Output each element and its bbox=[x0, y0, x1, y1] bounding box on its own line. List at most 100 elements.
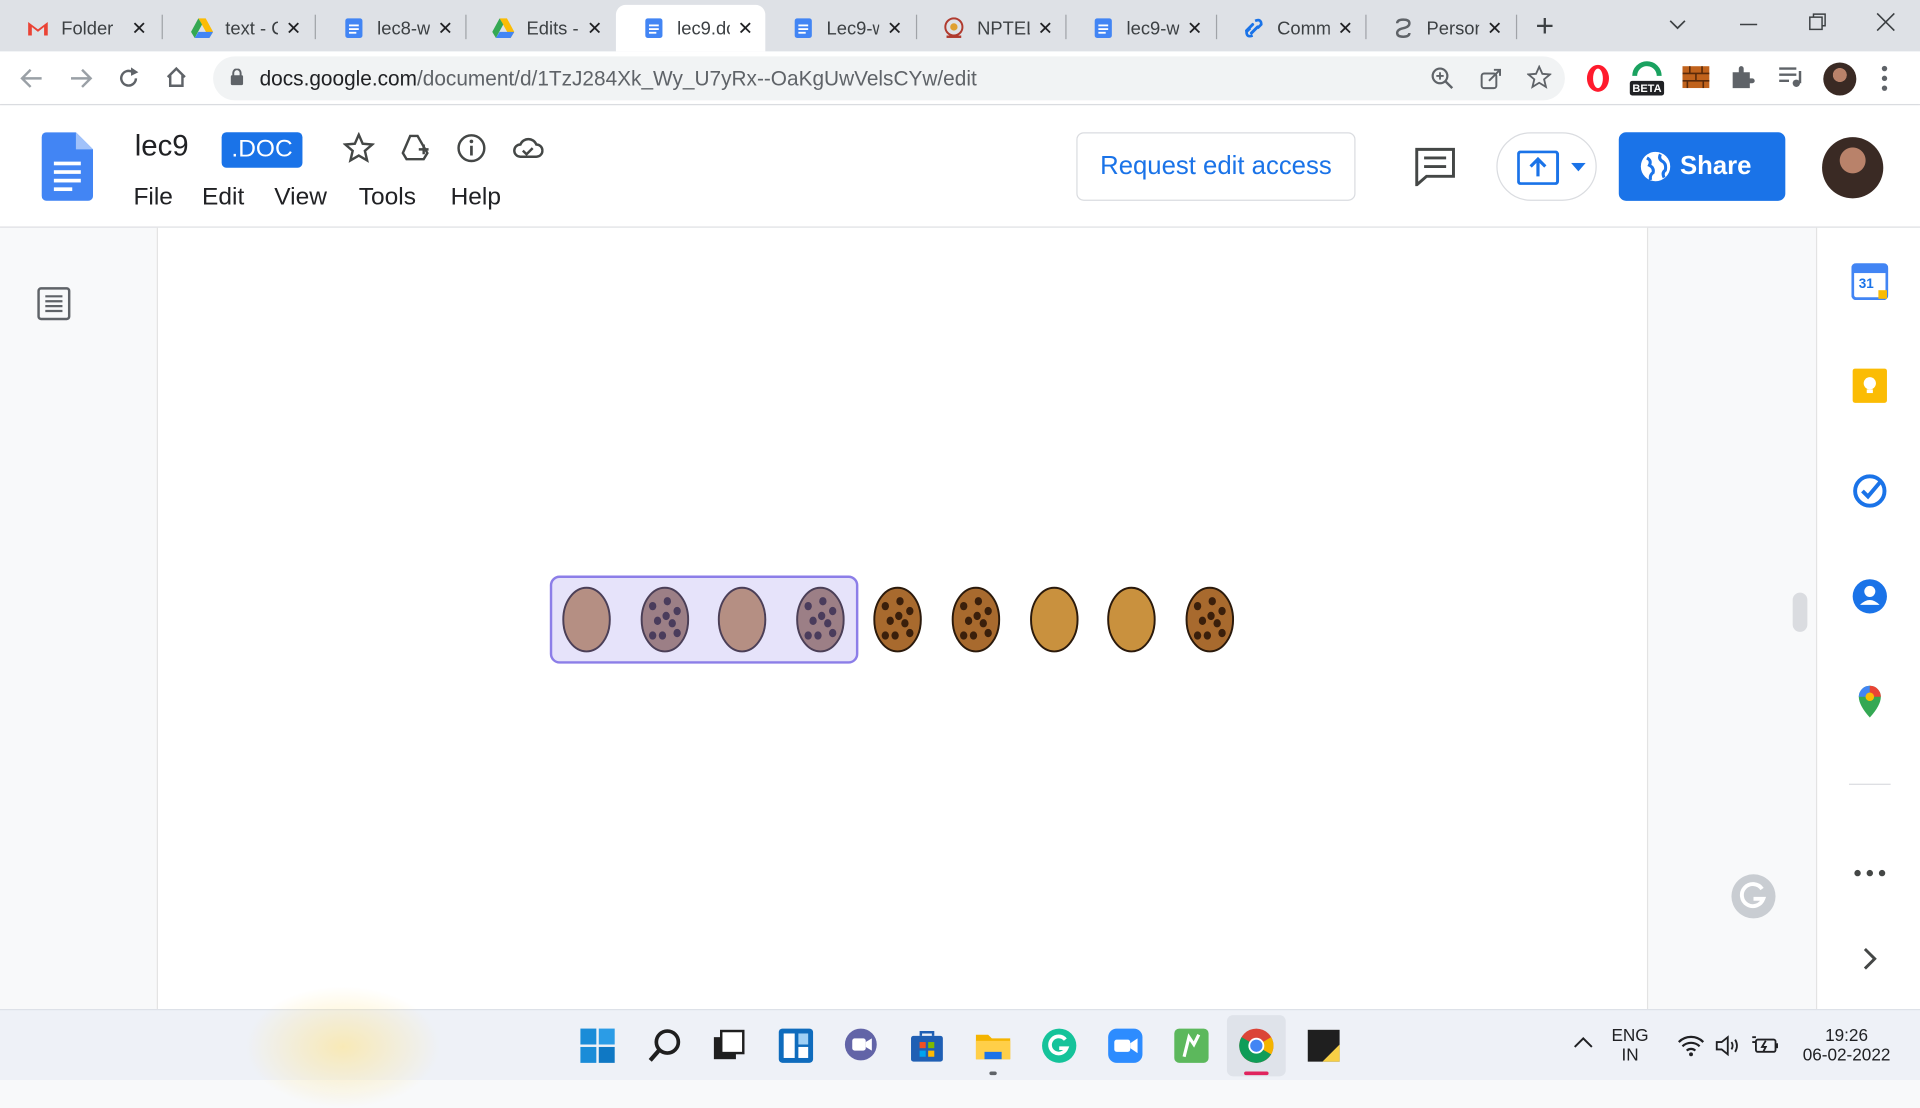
scrollbar-thumb[interactable] bbox=[1793, 593, 1808, 632]
tab-drive-text[interactable]: text - C ✕ bbox=[164, 5, 313, 52]
tab-close-icon[interactable]: ✕ bbox=[1338, 17, 1353, 39]
tab-close-icon[interactable]: ✕ bbox=[286, 17, 301, 39]
calendar-day: 31 bbox=[1859, 277, 1881, 292]
link-icon bbox=[1243, 17, 1265, 39]
tab-drive-edits[interactable]: Edits - ✕ bbox=[465, 5, 614, 52]
docs-icon bbox=[343, 17, 365, 39]
tab-gmail-folder[interactable]: Folder ✕ bbox=[0, 5, 159, 52]
document-page[interactable] bbox=[157, 228, 1648, 1009]
menu-edit[interactable]: Edit bbox=[202, 184, 244, 212]
url-host: docs.google.com bbox=[260, 67, 417, 90]
tab-comm[interactable]: Comm ✕ bbox=[1216, 5, 1365, 52]
menu-view[interactable]: View bbox=[274, 184, 327, 212]
tab-person[interactable]: Person ✕ bbox=[1365, 5, 1514, 52]
minimize-icon[interactable] bbox=[1739, 15, 1759, 35]
tab-search-chevron-icon[interactable] bbox=[1668, 15, 1688, 35]
move-to-drive-icon[interactable] bbox=[399, 132, 431, 164]
document-title[interactable]: lec9 bbox=[135, 130, 189, 164]
tab-label: lec9-w bbox=[1127, 18, 1180, 39]
teams-chat-icon[interactable] bbox=[842, 1027, 879, 1064]
grammarly-app-icon[interactable] bbox=[1041, 1027, 1078, 1064]
zoom-app-icon[interactable] bbox=[1107, 1027, 1144, 1064]
reload-icon[interactable] bbox=[116, 66, 140, 90]
chocolate-chip-cookie-icon bbox=[1185, 587, 1234, 653]
address-bar[interactable]: docs.google.com/document/d/1TzJ284Xk_Wy_… bbox=[213, 56, 1565, 100]
google-docs-logo-icon[interactable] bbox=[42, 132, 93, 201]
browser-profile-avatar[interactable] bbox=[1823, 62, 1856, 95]
brick-extension-icon[interactable] bbox=[1682, 66, 1709, 88]
document-area bbox=[0, 228, 1816, 1009]
cloud-saved-icon[interactable] bbox=[512, 132, 544, 164]
chevron-down-icon[interactable] bbox=[1571, 163, 1586, 173]
maps-icon[interactable] bbox=[1851, 683, 1888, 720]
browser-menu-icon[interactable] bbox=[1881, 65, 1888, 92]
opera-extension-icon[interactable] bbox=[1585, 64, 1612, 93]
tab-docs-lec9-active[interactable]: lec9.dc ✕ bbox=[616, 5, 765, 52]
menu-file[interactable]: File bbox=[133, 184, 172, 212]
tab-label: Edits - bbox=[527, 18, 580, 39]
tab-nptel[interactable]: NPTEL ✕ bbox=[916, 5, 1065, 52]
battery-charging-icon[interactable] bbox=[1751, 1035, 1780, 1057]
more-options-icon[interactable] bbox=[1851, 855, 1888, 892]
request-edit-access-button[interactable]: Request edit access bbox=[1076, 132, 1355, 201]
sticky-notes-icon[interactable] bbox=[1305, 1027, 1342, 1064]
camtasia-app-icon[interactable] bbox=[1173, 1027, 1210, 1064]
star-icon[interactable] bbox=[343, 132, 375, 164]
chrome-icon[interactable] bbox=[1238, 1027, 1275, 1064]
search-icon[interactable] bbox=[647, 1027, 684, 1064]
clock[interactable]: 19:26 06-02-2022 bbox=[1798, 1025, 1896, 1064]
tray-chevron-up-icon[interactable] bbox=[1572, 1035, 1594, 1050]
contacts-icon[interactable] bbox=[1851, 578, 1888, 615]
nptel-icon bbox=[943, 17, 965, 39]
account-avatar[interactable] bbox=[1822, 137, 1883, 198]
extension-beta-badge: BETA bbox=[1631, 82, 1663, 94]
microsoft-store-icon[interactable] bbox=[909, 1027, 946, 1064]
share-label: Share bbox=[1680, 152, 1751, 181]
tab-close-icon[interactable]: ✕ bbox=[587, 17, 602, 39]
extensions-puzzle-icon[interactable] bbox=[1729, 64, 1756, 91]
browser-toolbar: docs.google.com/document/d/1TzJ284Xk_Wy_… bbox=[0, 51, 1920, 105]
wifi-icon[interactable] bbox=[1678, 1035, 1705, 1057]
grammarly-icon[interactable] bbox=[1731, 874, 1775, 918]
browser-tab-strip: Folder ✕ text - C ✕ lec8-w ✕ Edits - ✕ l… bbox=[0, 0, 1920, 51]
tab-docs-lec8[interactable]: lec8-w ✕ bbox=[316, 5, 465, 52]
info-icon[interactable] bbox=[456, 132, 488, 164]
tab-close-icon[interactable]: ✕ bbox=[132, 17, 147, 39]
media-control-icon[interactable] bbox=[1778, 66, 1802, 88]
tab-close-icon[interactable]: ✕ bbox=[738, 17, 753, 39]
document-outline-icon[interactable] bbox=[37, 287, 71, 321]
file-explorer-icon[interactable] bbox=[975, 1027, 1012, 1064]
restore-icon[interactable] bbox=[1807, 12, 1827, 32]
tab-close-icon[interactable]: ✕ bbox=[1487, 17, 1502, 39]
tasks-icon[interactable] bbox=[1851, 473, 1888, 510]
widgets-icon[interactable] bbox=[778, 1027, 815, 1064]
new-tab-icon[interactable]: + bbox=[1536, 7, 1555, 45]
share-button[interactable]: Share bbox=[1619, 132, 1786, 201]
tab-close-icon[interactable]: ✕ bbox=[1038, 17, 1053, 39]
comment-history-icon[interactable] bbox=[1414, 147, 1456, 186]
volume-icon[interactable] bbox=[1714, 1035, 1741, 1057]
tab-close-icon[interactable]: ✕ bbox=[438, 17, 453, 39]
menu-tools[interactable]: Tools bbox=[359, 184, 416, 212]
tab-close-icon[interactable]: ✕ bbox=[1187, 17, 1202, 39]
home-icon[interactable] bbox=[164, 65, 188, 89]
share-page-icon[interactable] bbox=[1479, 66, 1503, 90]
menu-help[interactable]: Help bbox=[451, 184, 501, 212]
bookmark-star-icon[interactable] bbox=[1527, 65, 1551, 89]
plain-cookie-icon bbox=[718, 587, 767, 653]
keep-icon[interactable] bbox=[1851, 367, 1888, 404]
back-icon[interactable] bbox=[20, 66, 44, 90]
forward-icon[interactable] bbox=[69, 66, 93, 90]
url-text[interactable]: docs.google.com/document/d/1TzJ284Xk_Wy_… bbox=[260, 67, 977, 91]
chevron-right-icon[interactable] bbox=[1851, 940, 1888, 977]
language-indicator[interactable]: ENG IN bbox=[1611, 1025, 1648, 1064]
request-edit-label: Request edit access bbox=[1100, 152, 1332, 181]
tab-docs-lec9-w[interactable]: Lec9-w ✕ bbox=[765, 5, 914, 52]
task-view-icon[interactable] bbox=[710, 1027, 747, 1064]
tab-docs-lec9-w2[interactable]: lec9-w ✕ bbox=[1065, 5, 1214, 52]
zoom-icon[interactable] bbox=[1430, 66, 1454, 90]
close-window-icon[interactable] bbox=[1876, 12, 1896, 32]
present-button[interactable] bbox=[1496, 132, 1596, 201]
windows-start-icon[interactable] bbox=[579, 1027, 616, 1064]
tab-close-icon[interactable]: ✕ bbox=[887, 17, 902, 39]
